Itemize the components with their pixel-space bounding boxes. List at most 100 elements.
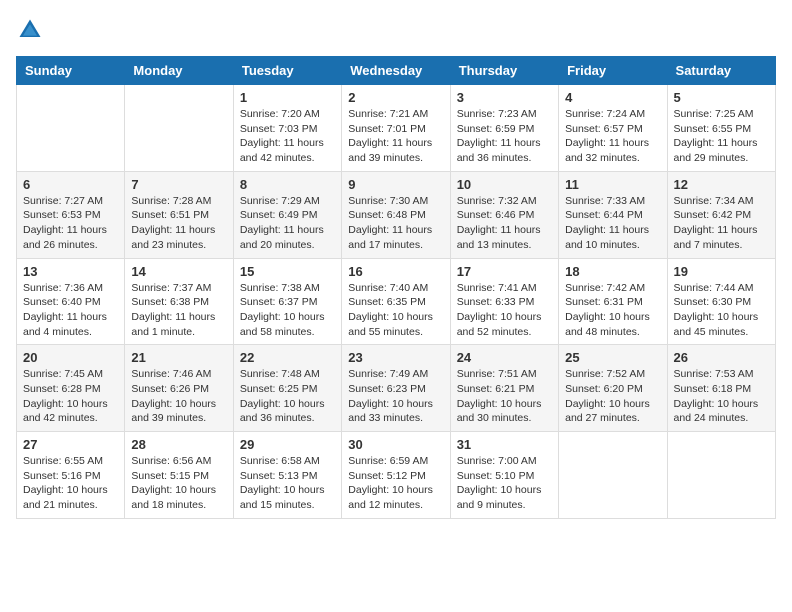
day-cell: 28 Sunrise: 6:56 AM Sunset: 5:15 PM Dayli…	[125, 432, 233, 519]
day-number: 8	[240, 177, 335, 192]
weekday-header-friday: Friday	[559, 57, 667, 85]
day-info: Sunrise: 7:23 AM Sunset: 6:59 PM Dayligh…	[457, 107, 552, 166]
day-number: 10	[457, 177, 552, 192]
day-cell: 12 Sunrise: 7:34 AM Sunset: 6:42 PM Dayli…	[667, 171, 775, 258]
day-info: Sunrise: 6:55 AM Sunset: 5:16 PM Dayligh…	[23, 454, 118, 513]
day-number: 16	[348, 264, 443, 279]
day-number: 24	[457, 350, 552, 365]
day-cell: 6 Sunrise: 7:27 AM Sunset: 6:53 PM Daylig…	[17, 171, 125, 258]
day-info: Sunrise: 7:29 AM Sunset: 6:49 PM Dayligh…	[240, 194, 335, 253]
day-info: Sunrise: 6:58 AM Sunset: 5:13 PM Dayligh…	[240, 454, 335, 513]
day-info: Sunrise: 7:24 AM Sunset: 6:57 PM Dayligh…	[565, 107, 660, 166]
logo-icon	[16, 16, 44, 44]
week-row-5: 27 Sunrise: 6:55 AM Sunset: 5:16 PM Dayli…	[17, 432, 776, 519]
day-cell: 26 Sunrise: 7:53 AM Sunset: 6:18 PM Dayli…	[667, 345, 775, 432]
day-cell: 3Sunrise: 7:23 AM Sunset: 6:59 PM Daylig…	[450, 85, 558, 172]
day-cell: 14 Sunrise: 7:37 AM Sunset: 6:38 PM Dayli…	[125, 258, 233, 345]
day-info: Sunrise: 7:30 AM Sunset: 6:48 PM Dayligh…	[348, 194, 443, 253]
day-info: Sunrise: 7:25 AM Sunset: 6:55 PM Dayligh…	[674, 107, 769, 166]
day-cell: 16 Sunrise: 7:40 AM Sunset: 6:35 PM Dayli…	[342, 258, 450, 345]
day-cell: 21Sunrise: 7:46 AM Sunset: 6:26 PM Dayli…	[125, 345, 233, 432]
weekday-header-tuesday: Tuesday	[233, 57, 341, 85]
day-number: 7	[131, 177, 226, 192]
day-info: Sunrise: 7:32 AM Sunset: 6:46 PM Dayligh…	[457, 194, 552, 253]
weekday-header-thursday: Thursday	[450, 57, 558, 85]
day-cell: 27 Sunrise: 6:55 AM Sunset: 5:16 PM Dayli…	[17, 432, 125, 519]
weekday-header-row: SundayMondayTuesdayWednesdayThursdayFrid…	[17, 57, 776, 85]
day-cell: 22 Sunrise: 7:48 AM Sunset: 6:25 PM Dayli…	[233, 345, 341, 432]
day-number: 29	[240, 437, 335, 452]
day-cell: 10 Sunrise: 7:32 AM Sunset: 6:46 PM Dayli…	[450, 171, 558, 258]
day-info: Sunrise: 7:34 AM Sunset: 6:42 PM Dayligh…	[674, 194, 769, 253]
day-cell: 31 Sunrise: 7:00 AM Sunset: 5:10 PM Dayli…	[450, 432, 558, 519]
day-number: 20	[23, 350, 118, 365]
day-info: Sunrise: 7:20 AM Sunset: 7:03 PM Dayligh…	[240, 107, 335, 166]
week-row-3: 13 Sunrise: 7:36 AM Sunset: 6:40 PM Dayli…	[17, 258, 776, 345]
day-info: Sunrise: 7:36 AM Sunset: 6:40 PM Dayligh…	[23, 281, 118, 340]
day-info: Sunrise: 7:49 AM Sunset: 6:23 PM Dayligh…	[348, 367, 443, 426]
day-number: 14	[131, 264, 226, 279]
day-cell: 30 Sunrise: 6:59 AM Sunset: 5:12 PM Dayli…	[342, 432, 450, 519]
day-number: 22	[240, 350, 335, 365]
day-number: 4	[565, 90, 660, 105]
day-number: 30	[348, 437, 443, 452]
day-info: Sunrise: 6:59 AM Sunset: 5:12 PM Dayligh…	[348, 454, 443, 513]
logo	[16, 16, 48, 44]
day-info: Sunrise: 7:33 AM Sunset: 6:44 PM Dayligh…	[565, 194, 660, 253]
day-cell: 8 Sunrise: 7:29 AM Sunset: 6:49 PM Daylig…	[233, 171, 341, 258]
day-info: Sunrise: 7:51 AM Sunset: 6:21 PM Dayligh…	[457, 367, 552, 426]
day-number: 28	[131, 437, 226, 452]
day-cell: 23 Sunrise: 7:49 AM Sunset: 6:23 PM Dayli…	[342, 345, 450, 432]
day-number: 9	[348, 177, 443, 192]
day-cell: 29 Sunrise: 6:58 AM Sunset: 5:13 PM Dayli…	[233, 432, 341, 519]
day-number: 21	[131, 350, 226, 365]
day-info: Sunrise: 7:38 AM Sunset: 6:37 PM Dayligh…	[240, 281, 335, 340]
day-number: 18	[565, 264, 660, 279]
day-info: Sunrise: 7:27 AM Sunset: 6:53 PM Dayligh…	[23, 194, 118, 253]
day-info: Sunrise: 6:56 AM Sunset: 5:15 PM Dayligh…	[131, 454, 226, 513]
day-number: 23	[348, 350, 443, 365]
week-row-1: 1Sunrise: 7:20 AM Sunset: 7:03 PM Daylig…	[17, 85, 776, 172]
day-number: 17	[457, 264, 552, 279]
page-header	[16, 16, 776, 44]
day-cell: 1Sunrise: 7:20 AM Sunset: 7:03 PM Daylig…	[233, 85, 341, 172]
day-number: 31	[457, 437, 552, 452]
day-info: Sunrise: 7:44 AM Sunset: 6:30 PM Dayligh…	[674, 281, 769, 340]
day-cell: 9 Sunrise: 7:30 AM Sunset: 6:48 PM Daylig…	[342, 171, 450, 258]
day-cell	[125, 85, 233, 172]
day-cell: 17 Sunrise: 7:41 AM Sunset: 6:33 PM Dayli…	[450, 258, 558, 345]
day-cell: 20 Sunrise: 7:45 AM Sunset: 6:28 PM Dayli…	[17, 345, 125, 432]
day-number: 11	[565, 177, 660, 192]
day-cell	[559, 432, 667, 519]
day-number: 27	[23, 437, 118, 452]
day-cell: 15 Sunrise: 7:38 AM Sunset: 6:37 PM Dayli…	[233, 258, 341, 345]
day-info: Sunrise: 7:45 AM Sunset: 6:28 PM Dayligh…	[23, 367, 118, 426]
day-number: 6	[23, 177, 118, 192]
day-number: 12	[674, 177, 769, 192]
day-cell: 18Sunrise: 7:42 AM Sunset: 6:31 PM Dayli…	[559, 258, 667, 345]
calendar: SundayMondayTuesdayWednesdayThursdayFrid…	[16, 56, 776, 519]
day-info: Sunrise: 7:37 AM Sunset: 6:38 PM Dayligh…	[131, 281, 226, 340]
day-cell: 19Sunrise: 7:44 AM Sunset: 6:30 PM Dayli…	[667, 258, 775, 345]
day-number: 15	[240, 264, 335, 279]
weekday-header-sunday: Sunday	[17, 57, 125, 85]
day-number: 26	[674, 350, 769, 365]
day-cell	[17, 85, 125, 172]
day-info: Sunrise: 7:40 AM Sunset: 6:35 PM Dayligh…	[348, 281, 443, 340]
day-cell: 24 Sunrise: 7:51 AM Sunset: 6:21 PM Dayli…	[450, 345, 558, 432]
day-info: Sunrise: 7:53 AM Sunset: 6:18 PM Dayligh…	[674, 367, 769, 426]
day-cell: 13 Sunrise: 7:36 AM Sunset: 6:40 PM Dayli…	[17, 258, 125, 345]
day-number: 13	[23, 264, 118, 279]
day-number: 2	[348, 90, 443, 105]
weekday-header-monday: Monday	[125, 57, 233, 85]
day-info: Sunrise: 7:48 AM Sunset: 6:25 PM Dayligh…	[240, 367, 335, 426]
day-number: 5	[674, 90, 769, 105]
day-info: Sunrise: 7:52 AM Sunset: 6:20 PM Dayligh…	[565, 367, 660, 426]
week-row-2: 6 Sunrise: 7:27 AM Sunset: 6:53 PM Daylig…	[17, 171, 776, 258]
day-info: Sunrise: 7:00 AM Sunset: 5:10 PM Dayligh…	[457, 454, 552, 513]
weekday-header-wednesday: Wednesday	[342, 57, 450, 85]
day-cell	[667, 432, 775, 519]
day-cell: 4 Sunrise: 7:24 AM Sunset: 6:57 PM Daylig…	[559, 85, 667, 172]
day-info: Sunrise: 7:41 AM Sunset: 6:33 PM Dayligh…	[457, 281, 552, 340]
day-cell: 7Sunrise: 7:28 AM Sunset: 6:51 PM Daylig…	[125, 171, 233, 258]
